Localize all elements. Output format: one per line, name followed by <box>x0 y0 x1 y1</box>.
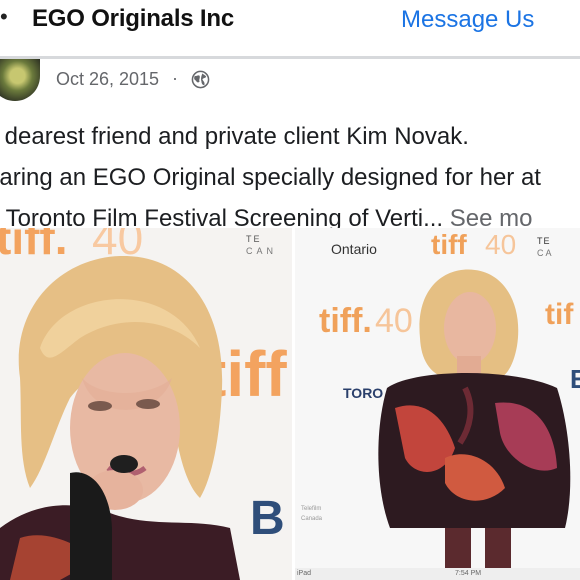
photo-left-image: tiff. 40 tiff B TE CAN <box>0 228 292 580</box>
post-text-line: y dearest friend and private client Kim … <box>0 123 469 150</box>
svg-text:tiff.: tiff. <box>0 228 68 264</box>
strip-time-label: 7:54 PM <box>455 570 482 577</box>
post-photo-left[interactable]: tiff. 40 tiff B TE CAN <box>0 228 292 580</box>
post-text-line: earing an EGO Original specially designe… <box>0 164 541 191</box>
meta-separator: · <box>172 68 178 88</box>
post-date[interactable]: Oct 26, 2015 <box>56 69 159 90</box>
svg-text:TE: TE <box>537 236 551 246</box>
photo-right-image: Ontario tiff 40 TE CA tiff. 40 tif TORO … <box>295 228 580 568</box>
svg-text:TORO: TORO <box>343 385 383 401</box>
svg-text:tiff.: tiff. <box>319 302 372 340</box>
svg-text:40: 40 <box>375 302 413 340</box>
avatar[interactable] <box>0 59 40 101</box>
svg-text:40: 40 <box>485 229 516 260</box>
svg-text:B: B <box>250 492 285 545</box>
strip-device-label: iPad <box>297 570 312 577</box>
svg-text:tif: tif <box>545 298 574 331</box>
page-title[interactable]: EGO Originals Inc <box>32 5 234 33</box>
back-arrow-icon[interactable]: • <box>0 4 8 30</box>
svg-text:TE: TE <box>246 234 262 244</box>
globe-icon <box>191 70 210 89</box>
page-header: • EGO Originals Inc Message Us <box>0 0 580 40</box>
svg-text:CA: CA <box>537 248 554 258</box>
ontario-logo-text: Ontario <box>331 241 377 257</box>
svg-text:Canada: Canada <box>301 516 323 522</box>
svg-text:E: E <box>570 364 580 394</box>
svg-text:Telefilm: Telefilm <box>301 506 321 512</box>
post-text: y dearest friend and private client Kim … <box>0 116 580 239</box>
photo-bottom-strip: iPad 7:54 PM <box>295 568 580 580</box>
post-photo-right[interactable]: Ontario tiff 40 TE CA tiff. 40 tif TORO … <box>295 228 580 568</box>
post-header: Oct 26, 2015 · <box>0 59 580 103</box>
message-us-button[interactable]: Message Us <box>401 6 534 34</box>
svg-text:tiff: tiff <box>431 229 467 260</box>
svg-text:CAN: CAN <box>246 246 277 256</box>
